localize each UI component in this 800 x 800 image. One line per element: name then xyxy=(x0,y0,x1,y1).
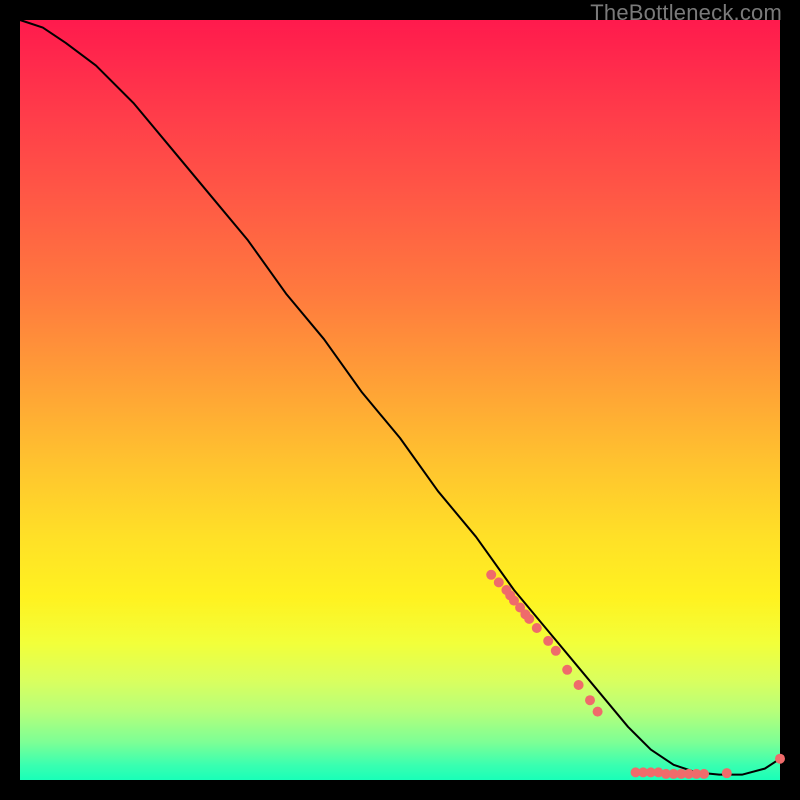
data-point xyxy=(562,665,572,675)
data-point xyxy=(699,769,709,779)
data-point xyxy=(585,695,595,705)
data-point xyxy=(551,646,561,656)
data-point xyxy=(574,680,584,690)
chart-plot-area xyxy=(20,20,780,780)
chart-stage: TheBottleneck.com xyxy=(0,0,800,800)
data-point xyxy=(524,614,534,624)
data-point xyxy=(532,623,542,633)
data-point xyxy=(486,570,496,580)
bottleneck-curve xyxy=(20,20,780,775)
data-point xyxy=(543,636,553,646)
data-point xyxy=(722,768,732,778)
data-point xyxy=(775,754,785,764)
chart-svg xyxy=(20,20,780,780)
data-point xyxy=(494,577,504,587)
data-point xyxy=(593,707,603,717)
